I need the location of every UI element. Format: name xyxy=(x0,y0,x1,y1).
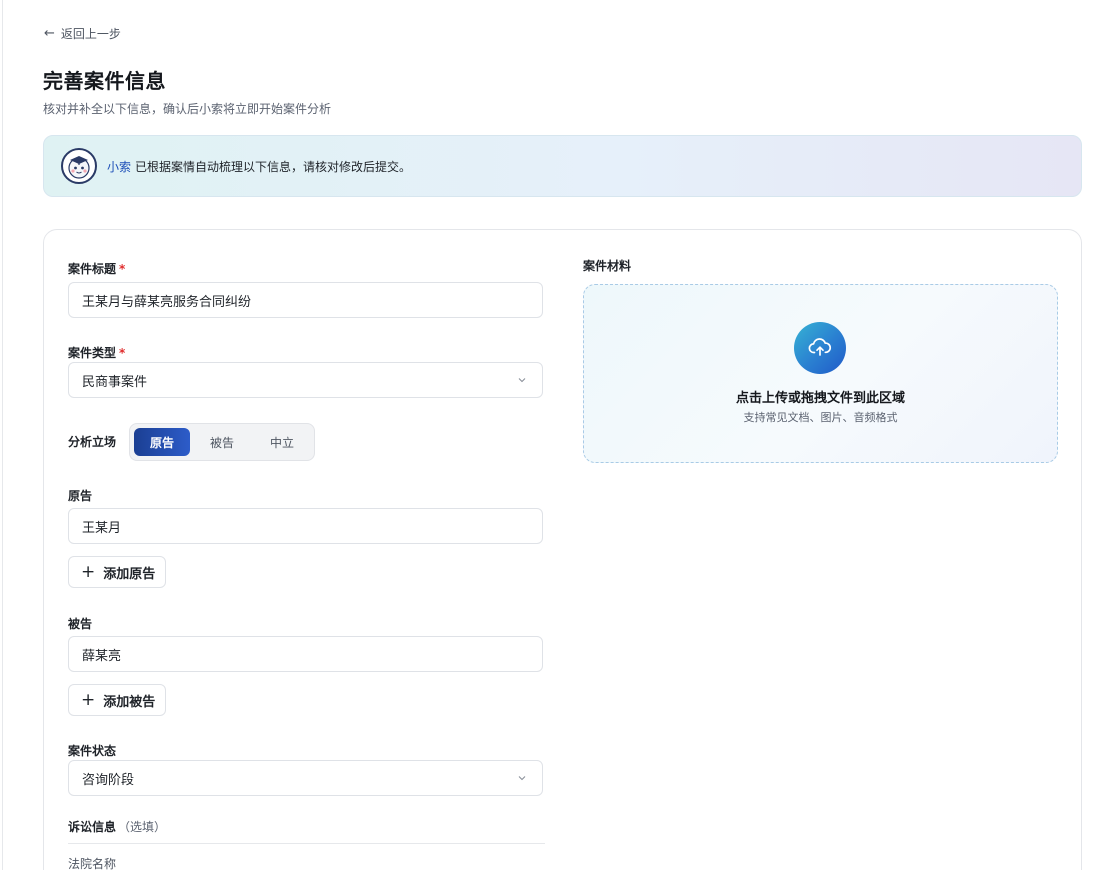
chevron-down-icon xyxy=(518,776,526,781)
upload-title: 点击上传或拖拽文件到此区域 xyxy=(735,391,905,406)
case-form-card: 案件标题 * 王某月与薛某亮服务合同纠纷 案件类型 * 民商事案件 分析立场 原告 … xyxy=(43,229,1082,870)
case-title-label: 案件标题 * xyxy=(68,260,125,277)
case-title-input[interactable]: 王某月与薛某亮服务合同纠纷 xyxy=(68,282,543,318)
stance-option-plaintiff[interactable]: 原告 xyxy=(134,428,190,456)
add-defendant-label: 添加被告 xyxy=(103,694,156,710)
materials-label: 案件材料 xyxy=(583,259,632,273)
case-type-label-text: 案件类型 xyxy=(68,346,117,360)
plus-icon: + xyxy=(81,561,96,582)
banner-text: 已根据案情自动梳理以下信息，请核对修改后提交。 xyxy=(135,159,412,174)
assistant-name: 小索 xyxy=(107,159,132,174)
page-left-border xyxy=(2,0,3,870)
file-upload-dropzone[interactable]: 点击上传或拖拽文件到此区域 支持常见文档、图片、音频格式 xyxy=(583,284,1058,463)
plaintiff-value: 王某月 xyxy=(82,520,122,536)
defendant-value: 薛某亮 xyxy=(82,648,122,664)
add-defendant-button[interactable]: + 添加被告 xyxy=(68,684,167,716)
plaintiff-input[interactable]: 王某月 xyxy=(68,508,543,544)
case-type-label: 案件类型 * xyxy=(68,344,125,361)
court-name-label: 法院名称 xyxy=(68,857,117,870)
litigation-info-label: 诉讼信息 （选填） xyxy=(68,818,166,835)
case-type-value: 民商事案件 xyxy=(82,374,148,390)
assistant-avatar-icon xyxy=(61,148,97,184)
arrow-left-icon: ← xyxy=(44,26,55,41)
stance-option-defendant[interactable]: 被告 xyxy=(194,428,250,456)
back-label: 返回上一步 xyxy=(60,27,121,41)
banner-message: 小索 已根据案情自动梳理以下信息，请核对修改后提交。 xyxy=(107,158,411,175)
stance-segmented-control: 原告 被告 中立 xyxy=(129,423,315,461)
defendant-label: 被告 xyxy=(68,617,93,631)
case-type-select[interactable]: 民商事案件 xyxy=(68,362,543,398)
optional-note: （选填） xyxy=(118,820,167,834)
add-plaintiff-label: 添加原告 xyxy=(103,566,156,582)
stance-label: 分析立场 xyxy=(68,435,117,449)
add-plaintiff-button[interactable]: + 添加原告 xyxy=(68,556,167,588)
cloud-upload-icon xyxy=(794,322,846,374)
case-title-value: 王某月与薛某亮服务合同纠纷 xyxy=(82,294,252,310)
chevron-down-icon xyxy=(518,378,526,383)
page-subtitle: 核对并补全以下信息，确认后小索将立即开始案件分析 xyxy=(43,102,332,116)
case-status-value: 咨询阶段 xyxy=(82,772,135,788)
case-title-label-text: 案件标题 xyxy=(68,262,117,276)
litigation-info-label-text: 诉讼信息 xyxy=(68,820,117,834)
page-title: 完善案件信息 xyxy=(43,69,166,93)
stance-option-neutral[interactable]: 中立 xyxy=(254,428,310,456)
required-mark: * xyxy=(119,346,126,360)
required-mark: * xyxy=(119,262,126,276)
back-button[interactable]: ← 返回上一步 xyxy=(44,25,121,42)
case-status-select[interactable]: 咨询阶段 xyxy=(68,760,543,796)
upload-hint: 支持常见文档、图片、音频格式 xyxy=(743,411,898,424)
plaintiff-label: 原告 xyxy=(68,489,93,503)
defendant-input[interactable]: 薛某亮 xyxy=(68,636,543,672)
section-divider xyxy=(68,843,545,844)
case-status-label: 案件状态 xyxy=(68,744,117,758)
assistant-banner: 小索 已根据案情自动梳理以下信息，请核对修改后提交。 xyxy=(43,135,1082,197)
plus-icon: + xyxy=(81,689,96,710)
